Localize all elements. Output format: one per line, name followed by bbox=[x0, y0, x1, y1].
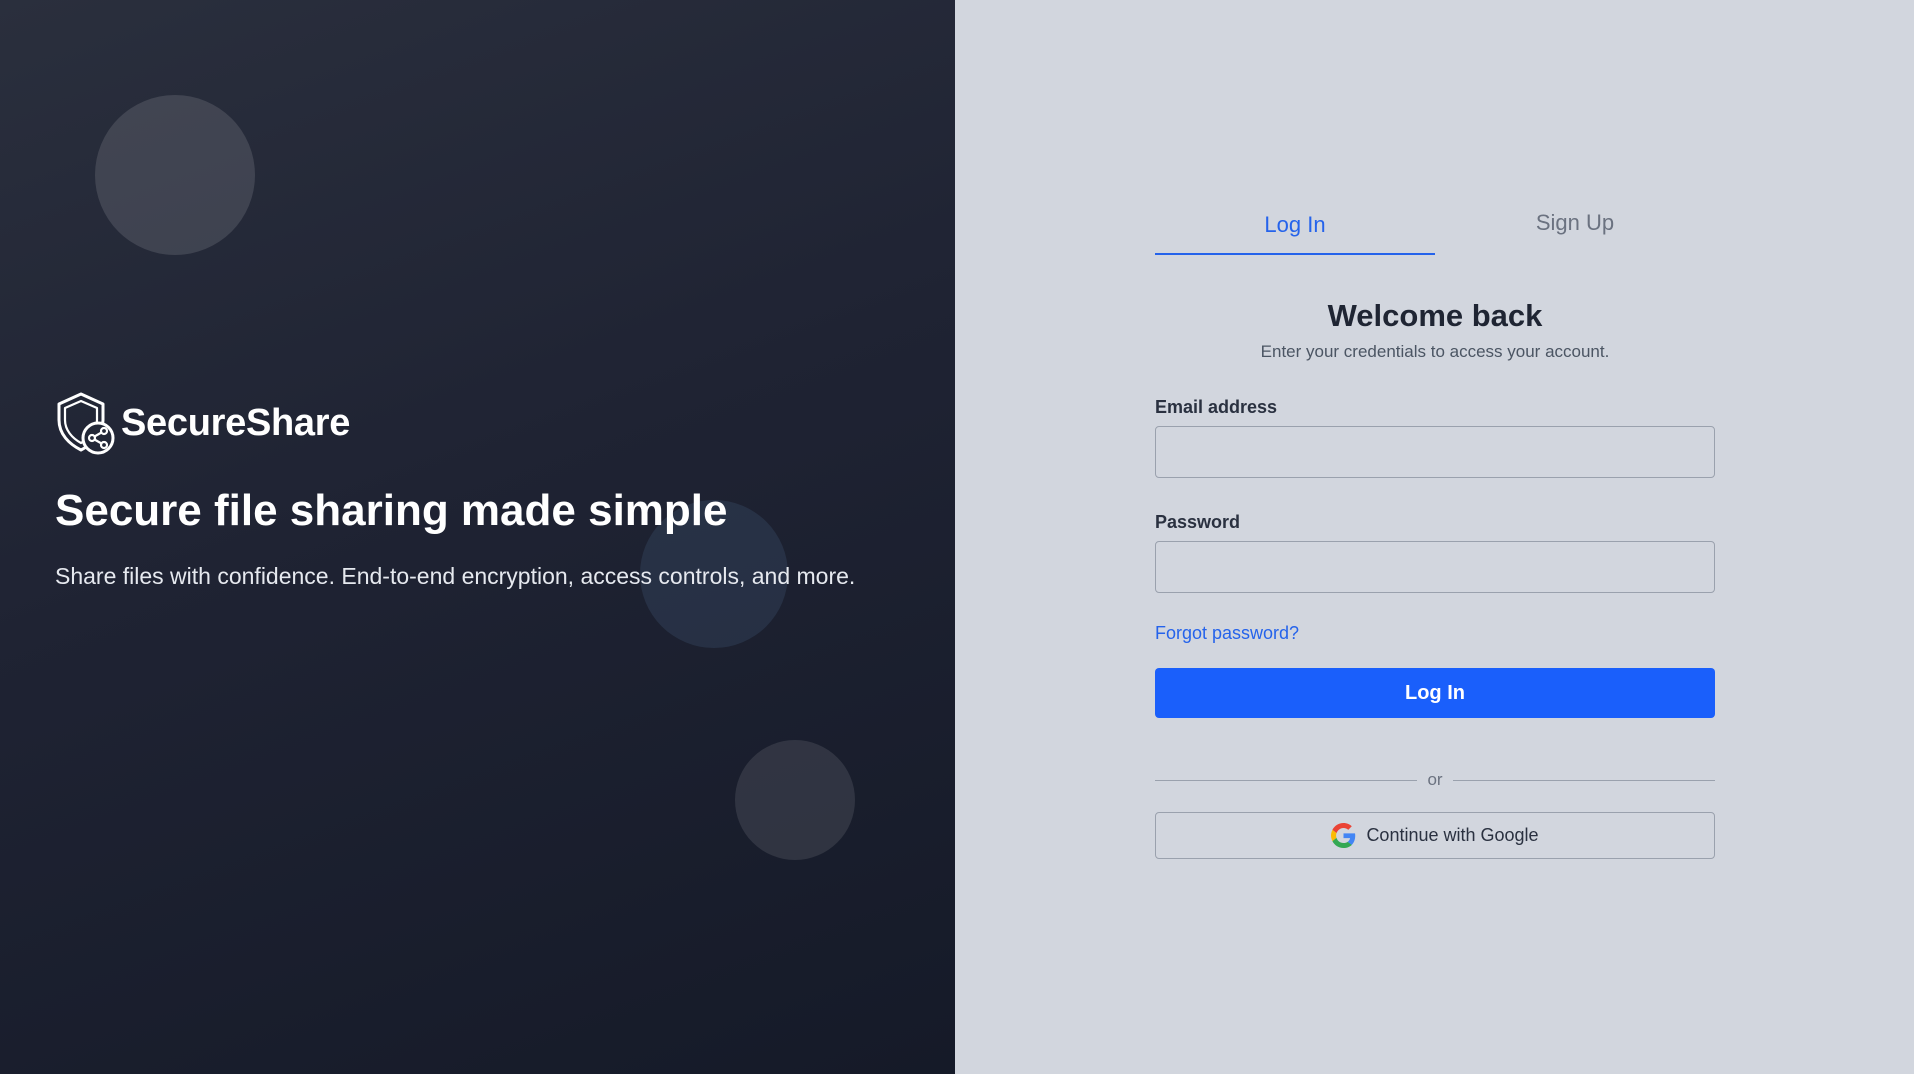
decorative-circle bbox=[95, 95, 255, 255]
tab-log-in[interactable]: Log In bbox=[1155, 200, 1435, 255]
brand-logo: SecureShare bbox=[55, 390, 350, 456]
email-label: Email address bbox=[1155, 397, 1278, 417]
hero-headline: Secure file sharing made simple bbox=[55, 486, 728, 535]
tab-sign-up[interactable]: Sign Up bbox=[1435, 200, 1715, 255]
decorative-circle bbox=[735, 740, 855, 860]
hero-panel: SecureShare Secure file sharing made sim… bbox=[0, 0, 955, 1074]
forgot-password-link[interactable]: Forgot password? bbox=[1155, 623, 1715, 644]
shield-share-icon bbox=[57, 392, 115, 455]
divider-text: or bbox=[1427, 770, 1443, 789]
google-button-label: Continue with Google bbox=[1366, 825, 1539, 845]
form-subtitle: Enter your credentials to access your ac… bbox=[1260, 342, 1610, 361]
password-field[interactable] bbox=[1155, 541, 1715, 593]
form-title: Welcome back bbox=[1327, 298, 1543, 333]
divider-line bbox=[1155, 779, 1418, 781]
or-divider: or bbox=[1155, 770, 1715, 790]
brand-name: SecureShare bbox=[121, 401, 351, 444]
password-label: Password bbox=[1155, 512, 1241, 532]
auth-panel: Log In Sign Up Welcome back Enter your c… bbox=[955, 0, 1914, 1074]
login-form: Log In Sign Up Welcome back Enter your c… bbox=[1155, 200, 1715, 859]
divider-line bbox=[1452, 779, 1715, 781]
hero-tagline: Share files with confidence. End-to-end … bbox=[55, 563, 856, 589]
email-field[interactable] bbox=[1155, 426, 1715, 478]
auth-tabs: Log In Sign Up bbox=[1155, 200, 1715, 255]
continue-with-google-button[interactable]: Continue with Google bbox=[1155, 812, 1715, 859]
log-in-button[interactable]: Log In bbox=[1155, 668, 1715, 718]
google-icon bbox=[1331, 823, 1356, 848]
